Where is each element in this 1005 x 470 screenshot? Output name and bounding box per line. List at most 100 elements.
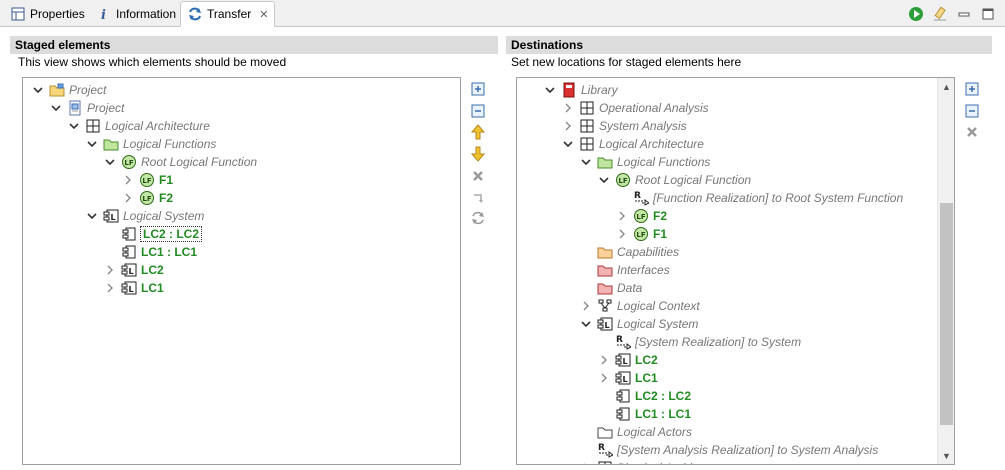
tab-label: Transfer [207, 7, 252, 21]
tree-item[interactable]: Project [31, 81, 106, 99]
tree-item-label: Logical System [617, 317, 699, 331]
tree-item[interactable]: Interfaces [579, 261, 670, 279]
logical-function-icon: LF [139, 172, 155, 188]
chevron-right-icon[interactable] [597, 353, 611, 367]
tab-transfer[interactable]: Transfer ✕ [180, 1, 276, 27]
chevron-down-icon[interactable] [85, 137, 99, 151]
chevron-right-icon[interactable] [579, 299, 593, 313]
chevron-right-icon[interactable] [121, 191, 135, 205]
tree-item[interactable]: L LC2 [597, 351, 658, 369]
tree-item[interactable]: LF Root Logical Function [597, 171, 751, 189]
chevron-down-icon[interactable] [67, 119, 81, 133]
run-icon[interactable] [907, 5, 925, 23]
tree-item[interactable]: LF F1 [615, 225, 667, 243]
tree-item[interactable]: L Logical System [579, 315, 698, 333]
chevron-right-icon[interactable] [579, 461, 593, 464]
tree-item[interactable]: LC1 : LC1 [597, 405, 691, 423]
tree-item-label: [Function Realization] to Root System Fu… [653, 191, 904, 205]
chevron-down-icon[interactable] [31, 83, 45, 97]
tree-item[interactable]: Logical Architecture [67, 117, 210, 135]
collapse-all-icon[interactable] [963, 102, 981, 120]
chevron-right-icon[interactable] [561, 119, 575, 133]
remove-icon[interactable] [963, 123, 981, 141]
chevron-right-icon[interactable] [121, 173, 135, 187]
tree-item[interactable]: L LC1 [597, 369, 658, 387]
tree-item[interactable]: Logical Architecture [561, 135, 704, 153]
tree-item[interactable]: Physical Architecture [579, 459, 729, 464]
minimize-icon[interactable] [955, 5, 973, 23]
tree-item-label: Project [69, 83, 107, 97]
tree-item[interactable]: L LC2 [103, 261, 164, 279]
chevron-down-icon[interactable] [543, 83, 557, 97]
tree-item[interactable]: L Logical System [85, 207, 204, 225]
destinations-scrollbar[interactable]: ▲ ▼ [937, 78, 954, 464]
tree-item[interactable]: System Analysis [561, 117, 687, 135]
tree-item[interactable]: R [System Realization] to System [597, 333, 801, 351]
tree-item[interactable]: LF F2 [121, 189, 173, 207]
tree-item[interactable]: Logical Context [579, 297, 700, 315]
maximize-icon[interactable] [979, 5, 997, 23]
tab-label: Information [116, 7, 177, 21]
tree-item[interactable]: Logical Actors [579, 423, 692, 441]
tab-information[interactable]: i Information [90, 2, 182, 26]
project-file-icon [67, 100, 83, 116]
staged-elements-tree[interactable]: Project Project Logical Architecture Logica… [22, 77, 461, 465]
tree-item[interactable]: R [Function Realization] to Root System F… [615, 189, 903, 207]
tree-item[interactable]: Project [49, 99, 124, 117]
chevron-down-icon[interactable] [597, 173, 611, 187]
svg-text:LF: LF [618, 177, 627, 185]
tree-item[interactable]: Operational Analysis [561, 99, 709, 117]
red-folder-icon [597, 280, 613, 296]
staged-elements-description: This view shows which elements should be… [18, 55, 287, 69]
destinations-tree[interactable]: Library Operational Analysis System Analys… [516, 77, 955, 465]
tree-item[interactable]: Library [543, 81, 618, 99]
chevron-right-icon[interactable] [597, 371, 611, 385]
collapse-all-icon[interactable] [469, 102, 487, 120]
tree-item[interactable]: LF Root Logical Function [103, 153, 257, 171]
chevron-down-icon[interactable] [49, 101, 63, 115]
tree-item[interactable]: R [System Analysis Realization] to System… [579, 441, 878, 459]
tree-item[interactable]: LC2 : LC2 [597, 387, 691, 405]
architecture-grid-icon [85, 118, 101, 134]
tree-item-label: Logical Context [617, 299, 700, 313]
clear-icon[interactable] [931, 5, 949, 23]
expand-all-icon[interactable] [963, 80, 981, 98]
chevron-down-icon[interactable] [579, 317, 593, 331]
replace-icon[interactable] [469, 189, 487, 207]
tree-item-label: Capabilities [617, 245, 680, 259]
chevron-right-icon[interactable] [103, 281, 117, 295]
chevron-right-icon[interactable] [103, 263, 117, 277]
tree-item[interactable]: LF F1 [121, 171, 173, 189]
swap-icon[interactable] [469, 209, 487, 227]
tree-item[interactable]: Data [579, 279, 642, 297]
tree-item[interactable]: LC1 : LC1 [103, 243, 197, 261]
chevron-down-icon[interactable] [561, 137, 575, 151]
move-down-icon[interactable] [469, 145, 487, 163]
tree-item-label: LC2 : LC2 [635, 389, 692, 403]
scrollbar-thumb[interactable] [940, 203, 953, 425]
close-tab-icon[interactable]: ✕ [259, 8, 268, 21]
chevron-right-icon[interactable] [615, 227, 629, 241]
remove-icon[interactable] [469, 167, 487, 185]
tree-item-label: Interfaces [617, 263, 670, 277]
tree-item[interactable]: LF F2 [615, 207, 667, 225]
tree-item[interactable]: Capabilities [579, 243, 679, 261]
scroll-up-icon[interactable]: ▲ [938, 78, 954, 95]
chevron-down-icon[interactable] [579, 155, 593, 169]
chevron-right-icon[interactable] [561, 101, 575, 115]
tree-item[interactable]: Logical Functions [579, 153, 710, 171]
tree-item[interactable]: LC2 : LC2 [103, 225, 203, 243]
chevron-down-icon[interactable] [103, 155, 117, 169]
expand-all-icon[interactable] [469, 80, 487, 98]
tree-item[interactable]: Logical Functions [85, 135, 216, 153]
tree-item[interactable]: L LC1 [103, 279, 164, 297]
tree-item-label: Project [87, 101, 125, 115]
chevron-right-icon[interactable] [615, 209, 629, 223]
move-up-icon[interactable] [469, 123, 487, 141]
tab-properties[interactable]: Properties [4, 2, 91, 26]
logical-component-icon: L [615, 370, 631, 386]
scroll-down-icon[interactable]: ▼ [938, 447, 954, 464]
chevron-down-icon[interactable] [85, 209, 99, 223]
